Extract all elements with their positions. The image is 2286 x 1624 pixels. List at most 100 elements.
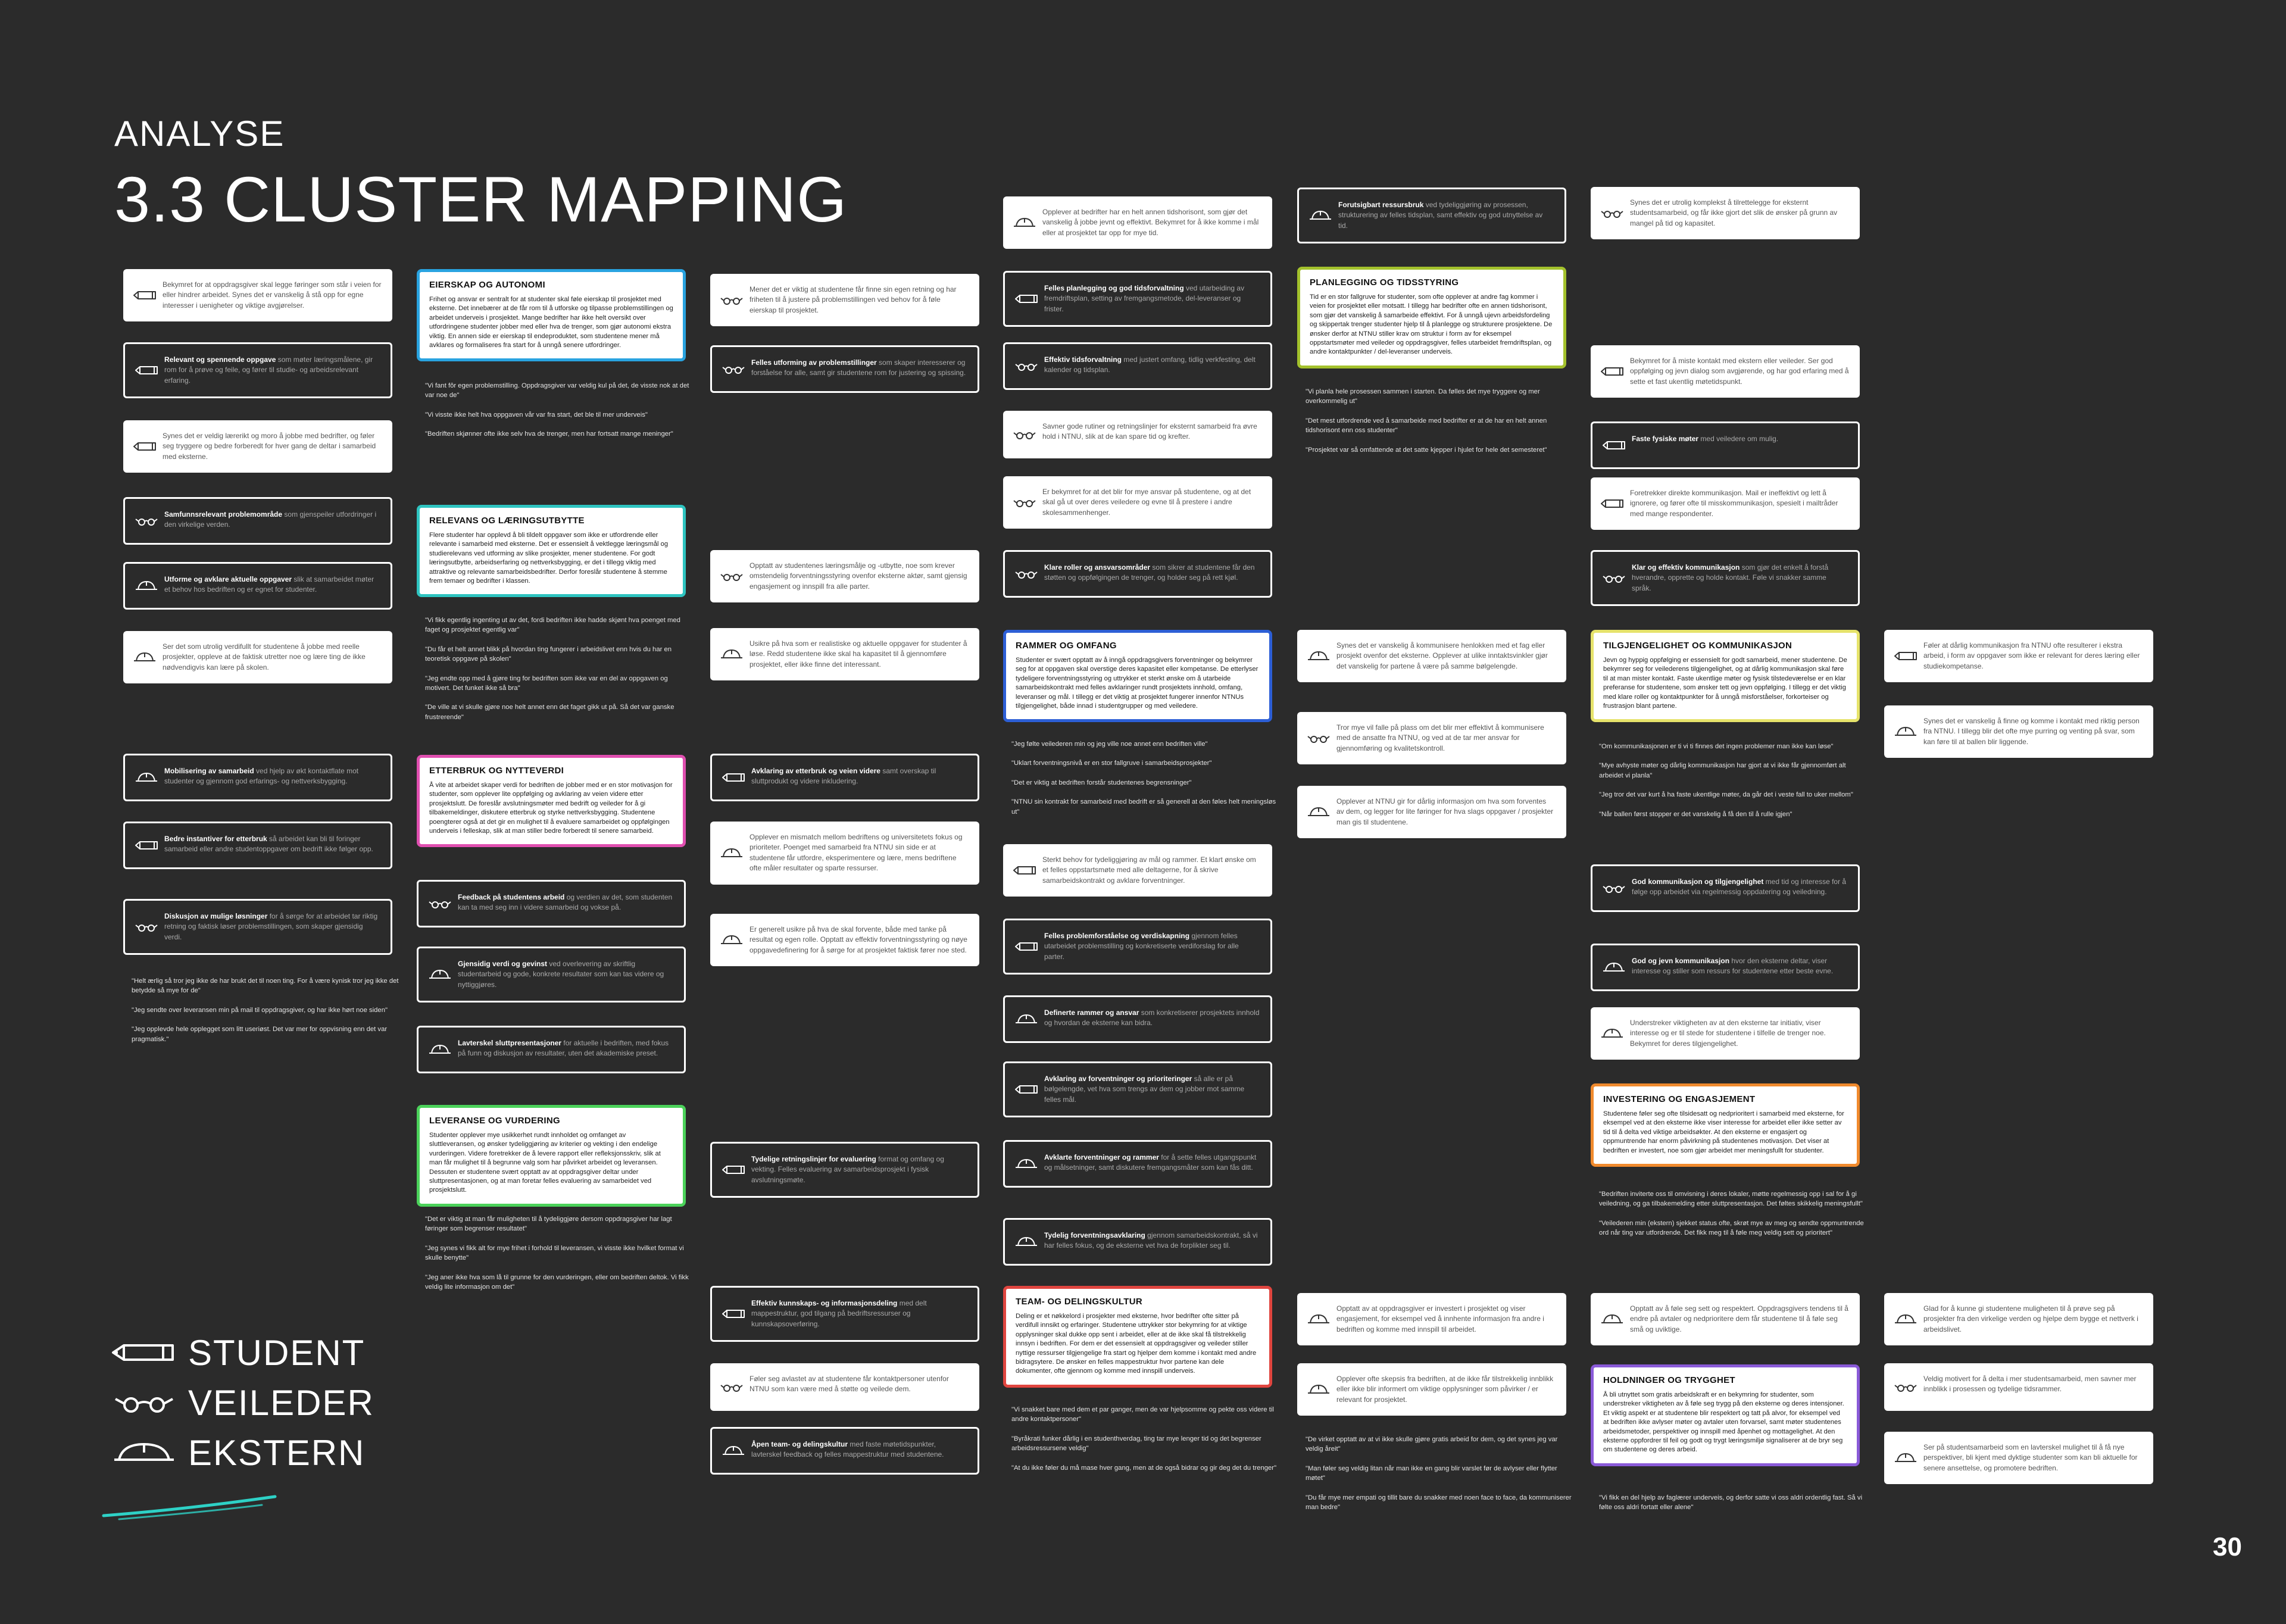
insight-card: Savner gode rutiner og retningslinjer fo… (1003, 411, 1272, 458)
pencil-icon (112, 1344, 174, 1361)
card-keyword: Felles utforming av problemstillinger (751, 358, 877, 367)
card-keyword: Effektiv kunnskaps- og informasjonsdelin… (751, 1299, 898, 1307)
quote: "NTNU sin kontrakt for samarbeid med bed… (1011, 798, 1276, 816)
glasses-icon (428, 897, 452, 910)
insight-card: Veldig motivert for å delta i mer studen… (1884, 1363, 2153, 1411)
insight-card: Opptatt av å føle seg sett og respektert… (1591, 1293, 1860, 1346)
cluster-body: Studenter er svært opptatt av å inngå op… (1016, 656, 1258, 710)
card-keyword: Forutsigbart ressursbruk (1338, 201, 1424, 209)
insight-card-key: Relevant og spennende oppgave som møter … (123, 342, 392, 399)
quote-list: "Vi fant fôr egen problemstilling. Oppdr… (425, 381, 694, 449)
quote-list: "Vi snakket bare med dem et par ganger, … (1011, 1405, 1281, 1482)
card-text: Tror mye vil falle på plass om det blir … (1336, 723, 1544, 752)
card-text: Mener det er viktig at studentene får fi… (749, 285, 957, 314)
glasses-icon (720, 570, 744, 583)
cluster-planlegging: PLANLEGGING OG TIDSSTYRING Tid er en stor… (1297, 267, 1566, 368)
card-text: Opptatt av at oppdragsgiver er investert… (1336, 1304, 1544, 1333)
glasses-icon (720, 293, 744, 307)
insight-card-key: Klar og effektiv kommunikasjon som gjør … (1591, 550, 1860, 607)
insight-card-key: God og jevn kommunikasjon hvor den ekste… (1591, 944, 1860, 991)
quote: "Bedriften skjønner ofte ikke selv hva d… (425, 430, 673, 438)
insight-card: Opplever en mismatch mellom bedriftens o… (710, 822, 979, 885)
quote: "Jeg tror det var kurt å ha faste ukentl… (1599, 791, 1853, 799)
quote: "De ville at vi skulle gjøre noe helt an… (425, 704, 674, 721)
insight-card-key: Avklaring av forventninger og prioriteri… (1003, 1061, 1272, 1118)
card-keyword: Felles planlegging og god tidsforvaltnin… (1044, 284, 1184, 292)
card-text: Føler seg avlastet av at studentene får … (749, 1375, 949, 1394)
card-keyword: God og jevn kommunikasjon (1632, 957, 1730, 965)
insight-card-key: Avklaring av etterbruk og veien videre s… (710, 754, 979, 801)
insight-card: Synes det er vanskelig å kommunisere hen… (1297, 630, 1566, 683)
legend-veileder: VEILEDER (111, 1378, 374, 1428)
card-text: Opplever en mismatch mellom bedriftens o… (749, 833, 963, 873)
hardhat-icon (135, 579, 158, 592)
card-text: Er bekymret for at det blir for mye ansv… (1042, 488, 1251, 517)
card-text: Savner gode rutiner og retningslinjer fo… (1042, 422, 1257, 441)
pencil-icon (1602, 439, 1626, 452)
hardhat-icon (1308, 209, 1332, 222)
glasses-icon (1894, 1381, 1918, 1394)
card-text: Opptatt av å føle seg sett og respektert… (1630, 1304, 1848, 1333)
insight-card: Føler seg avlastet av at studentene får … (710, 1363, 979, 1411)
quote: "Bedriften inviterte oss til omvisning i… (1599, 1191, 1863, 1208)
insight-card: Synes det er utrolig komplekst å tilrett… (1591, 187, 1860, 240)
cluster-title: HOLDNINGER OG TRYGGHET (1603, 1375, 1735, 1385)
cluster-title: RELEVANS OG LÆRINGSUTBYTTE (429, 516, 585, 526)
insight-card: Ser det som utrolig verdifullt for stude… (123, 631, 392, 684)
legend-veileder-label: VEILEDER (188, 1382, 374, 1423)
quote: "Når ballen først stopper er det vanskel… (1599, 810, 1792, 818)
pencil-icon (1014, 1083, 1038, 1096)
hardhat-icon (720, 847, 744, 860)
card-keyword: Feedback på studentens arbeid (458, 893, 565, 901)
cluster-rammer: RAMMER OG OMFANG Studenter er svært oppta… (1003, 630, 1272, 723)
card-keyword: Utforme og avklare aktuelle oppgaver (164, 575, 292, 583)
insight-card: Bekymret for å miste kontakt med ekstern… (1591, 345, 1860, 398)
quote: "Jeg sendte over leveransen min på mail … (132, 1006, 388, 1014)
card-text: Opplever ofte skepsis fra bedriften, at … (1336, 1375, 1554, 1404)
card-keyword: Klare roller og ansvarsområder (1044, 563, 1151, 571)
insight-card: Understreker viktigheten av at den ekste… (1591, 1007, 1860, 1060)
cluster-body: Tid er en stor fallgruve for studenter, … (1310, 293, 1553, 356)
quote-list: "Bedriften inviterte oss til omvisning i… (1599, 1189, 1868, 1248)
quote: "Jeg følte veilederen min og jeg ville n… (1011, 741, 1208, 748)
cluster-relevans: RELEVANS OG LÆRINGSUTBYTTE Flere studente… (417, 505, 686, 598)
insight-card: Usikre på hva som er realistiske og aktu… (710, 628, 979, 681)
insight-card-key: Definerte rammer og ansvar som konkretis… (1003, 995, 1272, 1043)
quote-list: "Det er viktig at man får muligheten til… (425, 1214, 694, 1301)
insight-card: Bekymret for at oppdragsgiver skal legge… (123, 269, 392, 322)
glasses-icon (1014, 567, 1038, 580)
page-number: 30 (2213, 1532, 2242, 1561)
quote: "Jeg opplevde hele opplegget som litt us… (132, 1026, 388, 1043)
quote: "Du får et helt annet blikk på hvordan t… (425, 645, 672, 663)
insight-card-key: Felles planlegging og god tidsforvaltnin… (1003, 271, 1272, 327)
hardhat-icon (428, 1043, 452, 1056)
insight-card-key: Tydelige retningslinjer for evaluering f… (710, 1142, 979, 1198)
insight-card-key: Felles utforming av problemstillinger so… (710, 345, 979, 393)
quote-list: "Vi planla hele prosessen sammen i start… (1306, 387, 1575, 464)
quote: "Vi fant fôr egen problemstilling. Oppdr… (425, 382, 689, 399)
glasses-icon (115, 1397, 173, 1413)
hardhat-icon (1014, 1157, 1038, 1170)
cluster-etterbruk: ETTERBRUK OG NYTTEVERDI Å vite at arbeide… (417, 755, 686, 848)
insight-card: Foretrekker direkte kommunikasjon. Mail … (1591, 477, 1860, 530)
glasses-icon (135, 920, 158, 933)
insight-card: Opptatt av at oppdragsgiver er investert… (1297, 1293, 1566, 1346)
card-keyword: Felles problemforståelse og verdiskapnin… (1044, 932, 1190, 940)
hardhat-icon (722, 1444, 745, 1457)
hardhat-icon (1013, 216, 1036, 229)
card-keyword: Relevant og spennende oppgave (164, 355, 276, 364)
card-keyword: Faste fysiske møter (1632, 435, 1699, 443)
card-text: Sterkt behov for tydeliggjøring av mål o… (1042, 855, 1256, 885)
quote: "Vi snakket bare med dem et par ganger, … (1011, 1406, 1274, 1423)
hardhat-icon (428, 968, 452, 981)
card-keyword: Diskusjon av mulige løsninger (164, 912, 268, 920)
card-keyword: Lavterskel sluttpresentasjoner (458, 1039, 562, 1047)
cluster-team: TEAM- OG DELINGSKULTUR Deling er et nøkke… (1003, 1286, 1272, 1388)
insight-card: Opplever at NTNU gir for dårlig informas… (1297, 786, 1566, 839)
quote: "Man føler seg veldig litan når man ikke… (1306, 1464, 1557, 1482)
card-text: Glad for å kunne gi studentene mulighete… (1923, 1304, 2138, 1333)
glasses-icon (1602, 882, 1626, 895)
legend: STUDENT VEILEDER EKSTERN (111, 1328, 374, 1478)
pencil-icon (1600, 497, 1624, 510)
hardhat-icon (114, 1443, 174, 1461)
